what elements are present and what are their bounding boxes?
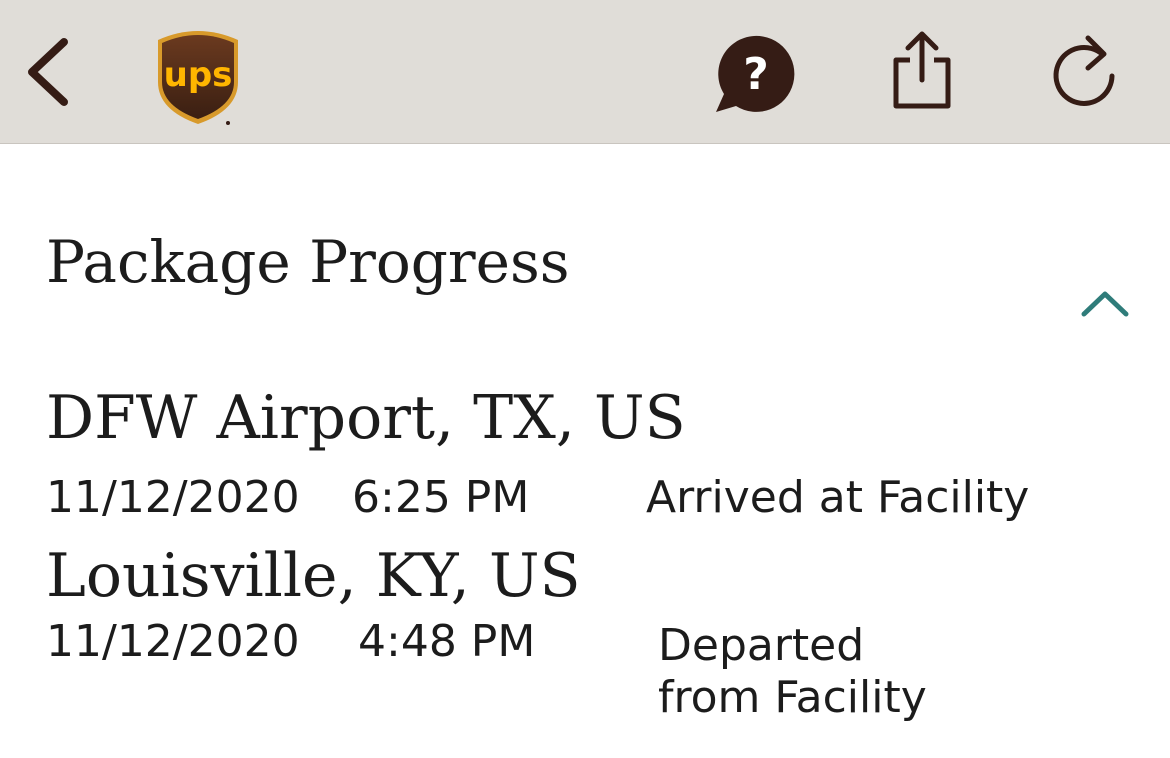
- event-time: 4:48 PM: [358, 616, 536, 667]
- logo-text: ups: [164, 55, 233, 95]
- event-location: Louisville, KY, US: [46, 541, 581, 611]
- share-icon: [893, 31, 951, 109]
- top-navigation-bar: ups ?: [0, 0, 1170, 144]
- tracking-screen: ups ? Package Progress DFW Airport, TX, …: [0, 0, 1170, 758]
- ups-logo: ups: [152, 24, 244, 128]
- refresh-icon: [1053, 35, 1115, 106]
- refresh-button[interactable]: [1050, 30, 1120, 110]
- chevron-left-icon: [28, 38, 68, 106]
- section-title: Package Progress: [46, 228, 570, 296]
- event-date: 11/12/2020: [46, 616, 300, 667]
- event-status: Departed from Facility: [658, 620, 927, 723]
- question-bubble-icon: ?: [716, 35, 795, 113]
- chevron-up-icon: [1081, 291, 1129, 317]
- share-button[interactable]: [888, 30, 956, 112]
- event-time: 6:25 PM: [352, 472, 530, 523]
- event-status: Arrived at Facility: [646, 472, 1030, 523]
- event-location: DFW Airport, TX, US: [46, 383, 686, 453]
- collapse-button[interactable]: [1078, 286, 1132, 320]
- svg-text:?: ?: [743, 49, 769, 100]
- event-date: 11/12/2020: [46, 472, 300, 523]
- help-button[interactable]: ?: [712, 32, 796, 114]
- back-button[interactable]: [20, 32, 80, 112]
